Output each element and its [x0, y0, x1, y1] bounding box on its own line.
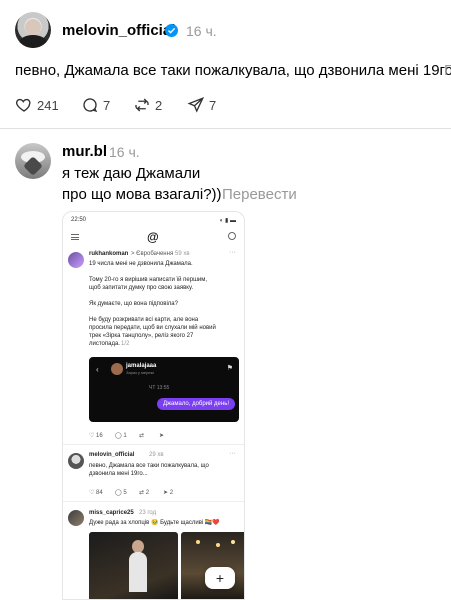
thread-time: 59 хв	[175, 251, 190, 257]
thread-line: певно, Джамала все таки пожалкувала, що	[89, 463, 209, 469]
thread-post: melovin_official 16 ч. певно, Джамала вс…	[0, 0, 451, 131]
share-count: 7	[209, 97, 217, 113]
thread-time: 29 хв	[149, 452, 164, 458]
post-text-line: про що мова взагалі?))	[62, 186, 222, 203]
repost-button[interactable]: 2	[133, 95, 162, 115]
avatar[interactable]	[15, 12, 51, 48]
thread-line: трек «Зірка танцполу», реліз якого 27	[89, 333, 194, 339]
post-photo	[181, 532, 244, 599]
post-time: 16 ч.	[109, 144, 140, 160]
thread-divider	[63, 501, 244, 502]
thread-line: Дуже рада за хлопців 🥹 Будьте щасливі 🏳️…	[89, 520, 220, 526]
post-username[interactable]: melovin_official	[62, 22, 175, 39]
more-icon: ···	[229, 450, 236, 457]
dm-time: ЧТ 13:55	[149, 385, 170, 391]
photo-figure	[129, 552, 147, 592]
translate-link[interactable]: Перевести	[222, 186, 297, 203]
thread-line: листопада.	[89, 341, 120, 347]
new-thread-button[interactable]: +	[205, 567, 235, 589]
avatar[interactable]	[15, 143, 51, 179]
thread-time: 23 год	[139, 510, 157, 516]
avatar	[111, 363, 123, 375]
dm-status: Зараз у мережі	[126, 370, 155, 375]
more-icon: ···	[229, 249, 236, 256]
post-username[interactable]: mur.bl	[62, 143, 107, 160]
flag-icon: ⚑	[226, 365, 233, 372]
dm-message: Джамало, добрий день!	[156, 398, 235, 410]
avatar-body	[19, 35, 47, 48]
thread-line: 19 числа мені не дзвонила Джамала.	[89, 261, 193, 267]
repost-count: 2	[155, 97, 163, 113]
share-count: ➤ 2	[163, 490, 174, 496]
thread-line: дзвонила мені 19го...	[89, 471, 148, 477]
photo-lights	[196, 540, 200, 544]
status-icons: ◐ ▮ ▬	[219, 218, 236, 224]
dm-screenshot: ‹ jamalajaaa Зараз у мережі ⚑ ЧТ 13:55 Д…	[89, 357, 239, 422]
avatar-face	[25, 19, 41, 35]
thread-line: просила передати, щоб ви слухали мій нов…	[89, 325, 216, 331]
post-text-overflow: П	[444, 62, 451, 79]
back-icon: ‹	[96, 365, 99, 374]
thread-counter: 1/2	[121, 341, 130, 347]
thread-username: rukhankoman	[89, 251, 129, 257]
thread-topic: > Євробачення	[131, 251, 174, 257]
thread-line: щоб запитати думку про свою заявку.	[89, 285, 194, 291]
avatar	[68, 453, 84, 469]
comment-count: ◯ 1	[115, 433, 127, 439]
send-icon	[187, 97, 205, 113]
comment-button[interactable]: 7	[81, 95, 110, 115]
repost-count: ⇄ 2	[139, 490, 150, 496]
like-count: ♡ 16	[89, 433, 103, 439]
thread-line: Тому 20-го я вирішив написати їй першим,	[89, 277, 208, 283]
post-photo	[89, 532, 178, 599]
send-icon: ➤	[159, 433, 165, 439]
status-time: 22:50	[71, 217, 87, 223]
menu-icon	[71, 234, 79, 240]
like-button[interactable]: 241	[15, 95, 59, 115]
search-icon	[228, 232, 236, 240]
like-count: 241	[37, 97, 59, 113]
heart-icon	[15, 98, 31, 112]
avatar	[68, 252, 84, 268]
dm-name: jamalajaaa	[126, 363, 157, 369]
comment-count: 7	[103, 97, 111, 113]
thread-divider	[63, 444, 244, 445]
post-text: певно, Джамала все таки пожалкувала, що …	[15, 62, 451, 79]
threads-logo: @	[147, 230, 159, 244]
like-count: ♡ 84	[89, 490, 103, 496]
avatar	[68, 510, 84, 526]
post-time: 16 ч.	[186, 23, 217, 39]
share-button[interactable]: 7	[187, 95, 216, 115]
repost-icon	[135, 98, 149, 112]
thread-username: miss_caprice25	[89, 510, 134, 516]
post-text-line: я теж даю Джамали	[62, 165, 201, 182]
post-divider	[0, 128, 451, 129]
comment-icon	[83, 98, 98, 113]
repost-icon: ⇄	[139, 433, 145, 439]
thread-line: Не буду розкривати всі карти, але вона	[89, 317, 199, 323]
thread-line: Як думаєте, що вона підповіла?	[89, 301, 178, 307]
attached-screenshot[interactable]: 22:50 ◐ ▮ ▬ @ rukhankoman > Євробачення …	[62, 211, 245, 600]
verified-icon	[165, 24, 178, 37]
thread-reply: mur.bl 16 ч. я теж даю Джамали про що мо…	[0, 131, 451, 600]
thread-username: melovin_official	[89, 452, 135, 458]
comment-count: ◯ 5	[115, 490, 127, 496]
